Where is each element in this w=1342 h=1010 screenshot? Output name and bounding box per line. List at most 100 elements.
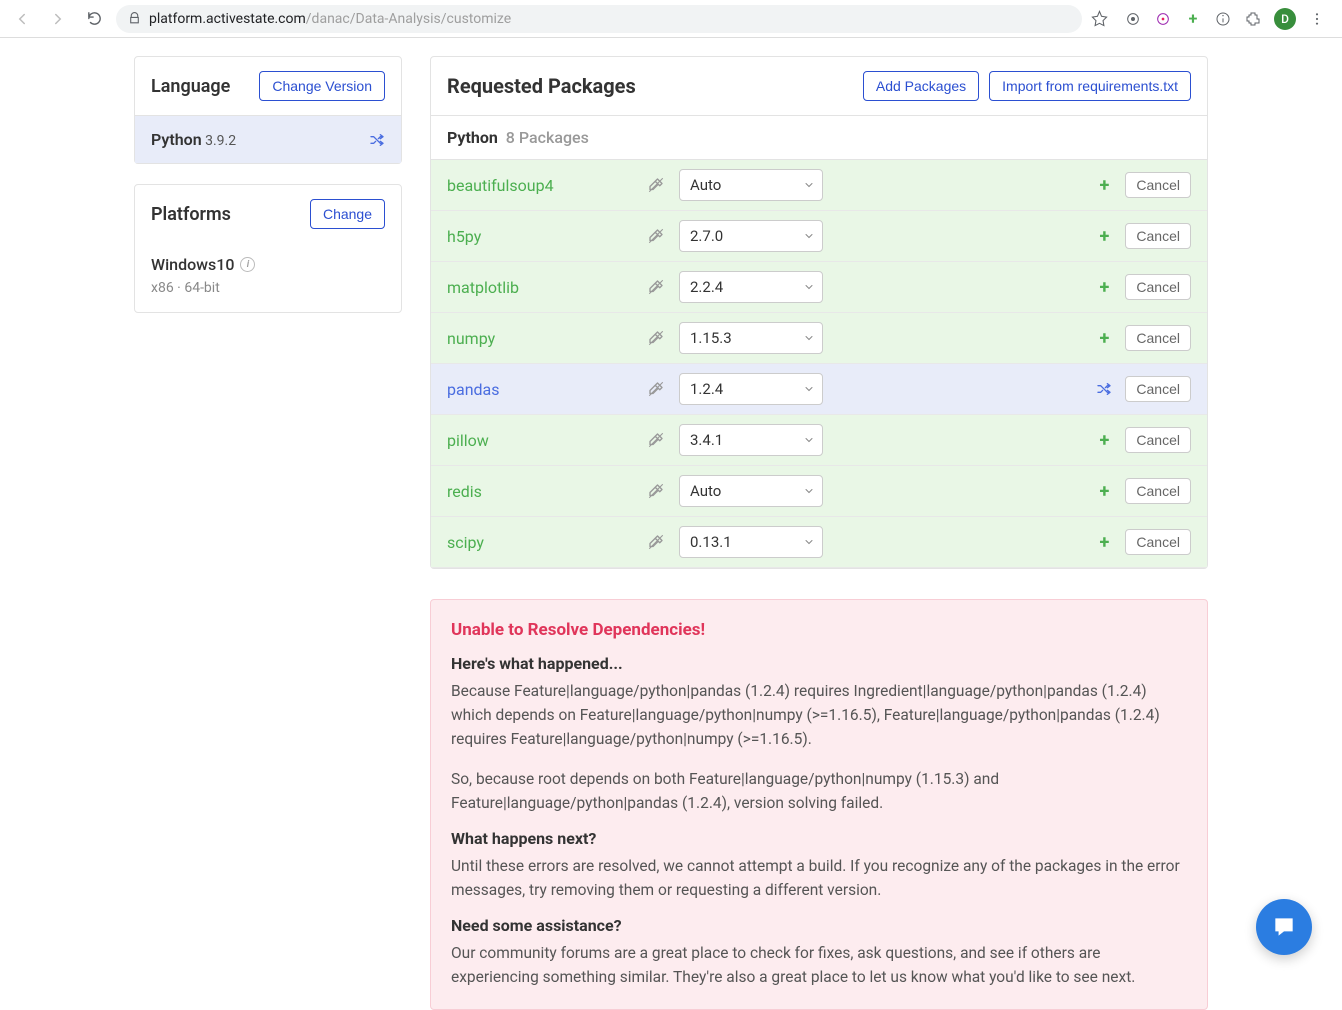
cancel-button[interactable]: Cancel	[1125, 325, 1191, 351]
error-subheading-2: What happens next?	[451, 829, 1187, 848]
url-domain: platform.activestate.com	[149, 11, 306, 27]
info-icon[interactable]	[1214, 10, 1232, 28]
version-select[interactable]: 2.2.4	[679, 271, 823, 303]
extension-icon-2[interactable]	[1154, 10, 1172, 28]
lock-icon	[128, 12, 141, 25]
chevron-down-icon	[803, 536, 815, 548]
added-icon: +	[1093, 430, 1115, 451]
not-dependency-icon	[647, 227, 669, 245]
reload-button[interactable]	[80, 5, 108, 33]
cancel-button[interactable]: Cancel	[1125, 529, 1191, 555]
version-select[interactable]: 3.4.1	[679, 424, 823, 456]
platforms-title: Platforms	[151, 204, 231, 225]
package-name[interactable]: matplotlib	[447, 278, 637, 297]
packages-language: Python	[447, 128, 498, 147]
chevron-down-icon	[803, 485, 815, 497]
package-name[interactable]: beautifulsoup4	[447, 176, 637, 195]
chevron-down-icon	[803, 332, 815, 344]
cancel-button[interactable]: Cancel	[1125, 478, 1191, 504]
chevron-down-icon	[803, 434, 815, 446]
added-icon: +	[1093, 532, 1115, 553]
change-version-button[interactable]: Change Version	[259, 71, 385, 101]
version-select[interactable]: 1.2.4	[679, 373, 823, 405]
package-name[interactable]: numpy	[447, 329, 637, 348]
changed-icon	[1093, 381, 1115, 397]
not-dependency-icon	[647, 380, 669, 398]
add-packages-button[interactable]: Add Packages	[863, 71, 979, 101]
error-text-2: Until these errors are resolved, we cann…	[451, 854, 1187, 902]
error-box: Unable to Resolve Dependencies! Here's w…	[430, 599, 1208, 1010]
kebab-menu-icon[interactable]	[1308, 10, 1326, 28]
chevron-down-icon	[803, 281, 815, 293]
version-select[interactable]: Auto	[679, 169, 823, 201]
package-name[interactable]: pillow	[447, 431, 637, 450]
package-name[interactable]: h5py	[447, 227, 637, 246]
package-row: numpy 1.15.3 + Cancel	[431, 313, 1207, 364]
chat-bubble-button[interactable]	[1256, 899, 1312, 955]
package-row: redisAuto+Cancel	[431, 466, 1207, 517]
error-text-1b: So, because root depends on both Feature…	[451, 767, 1187, 815]
url-bar[interactable]: platform.activestate.com/danac/Data-Anal…	[116, 5, 1082, 33]
profile-avatar[interactable]: D	[1274, 8, 1296, 30]
error-subheading-3: Need some assistance?	[451, 916, 1187, 935]
forward-button[interactable]	[44, 5, 72, 33]
language-title: Language	[151, 76, 230, 97]
package-row: beautifulsoup4 Auto + Cancel	[431, 160, 1207, 211]
not-dependency-icon	[647, 176, 669, 194]
added-icon: +	[1093, 226, 1115, 247]
cancel-button[interactable]: Cancel	[1125, 427, 1191, 453]
platform-arch: x86	[151, 280, 174, 296]
package-row: h5py 2.7.0 + Cancel	[431, 211, 1207, 262]
extensions-icon[interactable]	[1244, 10, 1262, 28]
error-subheading-1: Here's what happened...	[451, 654, 1187, 673]
version-select[interactable]: 0.13.1	[679, 526, 823, 558]
language-version: 3.9.2	[205, 133, 236, 149]
package-row: matplotlib 2.2.4 + Cancel	[431, 262, 1207, 313]
version-select[interactable]: 1.15.3	[679, 322, 823, 354]
import-requirements-button[interactable]: Import from requirements.txt	[989, 71, 1191, 101]
package-name[interactable]: redis	[447, 482, 637, 501]
cancel-button[interactable]: Cancel	[1125, 223, 1191, 249]
not-dependency-icon	[647, 482, 669, 500]
url-path: /danac/Data-Analysis/customize	[306, 11, 511, 27]
extension-icon-3[interactable]: +	[1184, 10, 1202, 28]
package-name[interactable]: pandas	[447, 380, 637, 399]
version-select[interactable]: Auto	[679, 475, 823, 507]
error-text-1: Because Feature|language/python|pandas (…	[451, 679, 1187, 751]
not-dependency-icon	[647, 533, 669, 551]
language-card: Language Change Version Python 3.9.2	[134, 56, 402, 164]
error-text-3: Our community forums are a great place t…	[451, 941, 1187, 989]
extension-icon-1[interactable]	[1124, 10, 1142, 28]
language-row[interactable]: Python 3.9.2	[135, 115, 401, 163]
platforms-card: Platforms Change Windows10 i x86 · 64-bi…	[134, 184, 402, 313]
not-dependency-icon	[647, 431, 669, 449]
info-icon[interactable]: i	[240, 257, 255, 272]
added-icon: +	[1093, 175, 1115, 196]
not-dependency-icon	[647, 278, 669, 296]
shuffle-icon	[369, 132, 385, 148]
cancel-button[interactable]: Cancel	[1125, 376, 1191, 402]
added-icon: +	[1093, 328, 1115, 349]
package-row: pillow 3.4.1 + Cancel	[431, 415, 1207, 466]
package-row: scipy 0.13.1 + Cancel	[431, 517, 1207, 568]
added-icon: +	[1093, 277, 1115, 298]
change-platform-button[interactable]: Change	[310, 199, 385, 229]
chevron-down-icon	[803, 230, 815, 242]
chevron-down-icon	[803, 383, 815, 395]
version-select[interactable]: 2.7.0	[679, 220, 823, 252]
packages-count: 8 Packages	[506, 128, 589, 147]
cancel-button[interactable]: Cancel	[1125, 274, 1191, 300]
not-dependency-icon	[647, 329, 669, 347]
platform-sep: ·	[177, 280, 181, 296]
package-name[interactable]: scipy	[447, 533, 637, 552]
cancel-button[interactable]: Cancel	[1125, 172, 1191, 198]
platform-name: Windows10	[151, 255, 234, 274]
platform-bits: 64-bit	[184, 280, 219, 296]
back-button[interactable]	[8, 5, 36, 33]
star-icon[interactable]	[1090, 10, 1108, 28]
error-title: Unable to Resolve Dependencies!	[451, 620, 1187, 640]
browser-toolbar: platform.activestate.com/danac/Data-Anal…	[0, 0, 1342, 38]
requested-packages-card: Requested Packages Add Packages Import f…	[430, 56, 1208, 569]
requested-packages-title: Requested Packages	[447, 74, 636, 98]
chevron-down-icon	[803, 179, 815, 191]
